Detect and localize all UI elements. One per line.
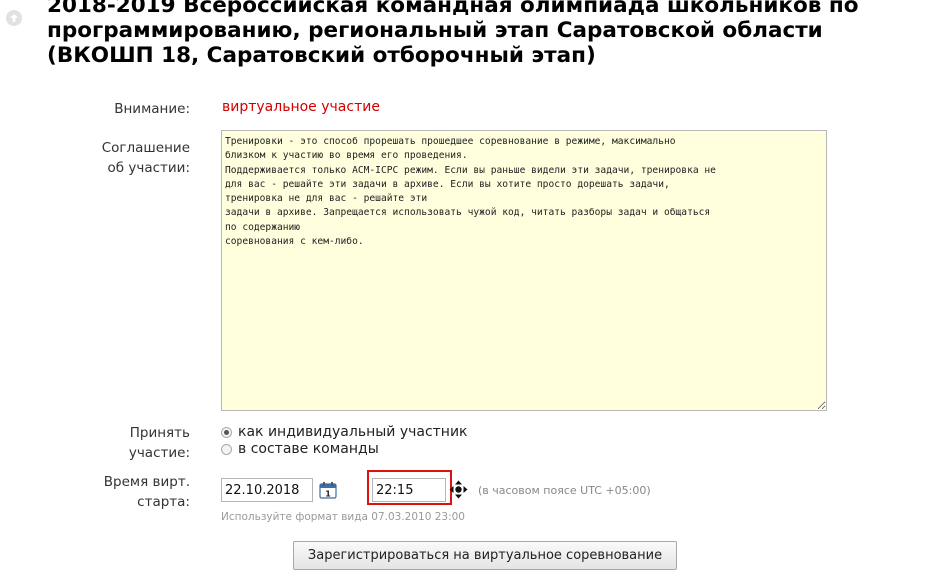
radio-team[interactable]: в составе команды xyxy=(221,440,379,458)
calendar-icon[interactable]: 1 xyxy=(318,480,338,500)
participation-label-line2: участие: xyxy=(128,445,190,461)
agreement-label-line2: об участии: xyxy=(107,160,191,176)
start-date-input[interactable] xyxy=(221,478,313,502)
format-hint: Используйте формат вида 07.03.2010 23:00 xyxy=(221,511,465,523)
start-time-input[interactable] xyxy=(372,478,446,502)
page-title: 2018-2019 Всероссийская командная олимпи… xyxy=(47,0,859,68)
timezone-note: (в часовом поясе UTC +05:00) xyxy=(478,484,651,497)
participation-label-line1: Принять xyxy=(129,425,190,441)
time-spinner-icon[interactable] xyxy=(449,480,468,499)
agreement-textarea[interactable]: Тренировки - это способ прорешать прошед… xyxy=(221,130,827,411)
agreement-label-line1: Соглашение xyxy=(101,140,190,156)
svg-text:1: 1 xyxy=(325,490,331,499)
start-time-label: Время вирт. старта: xyxy=(60,472,190,512)
start-time-label-line1: Время вирт. xyxy=(103,474,190,490)
start-time-label-line2: старта: xyxy=(137,494,190,510)
radio-individual-label[interactable]: как индивидуальный участник xyxy=(238,424,468,440)
radio-individual[interactable]: как индивидуальный участник xyxy=(221,423,468,441)
attention-label: Внимание: xyxy=(114,101,190,117)
radio-individual-button[interactable] xyxy=(221,426,232,438)
participation-label: Принять участие: xyxy=(60,423,190,463)
radio-team-button[interactable] xyxy=(221,443,232,455)
register-virtual-button[interactable]: Зарегистрироваться на виртуальное соревн… xyxy=(293,541,677,570)
virtual-participation-value: виртуальное участие xyxy=(222,99,380,115)
radio-team-label[interactable]: в составе команды xyxy=(238,441,379,457)
agreement-label: Соглашение об участии: xyxy=(60,138,190,178)
scroll-up-icon[interactable] xyxy=(6,10,22,26)
